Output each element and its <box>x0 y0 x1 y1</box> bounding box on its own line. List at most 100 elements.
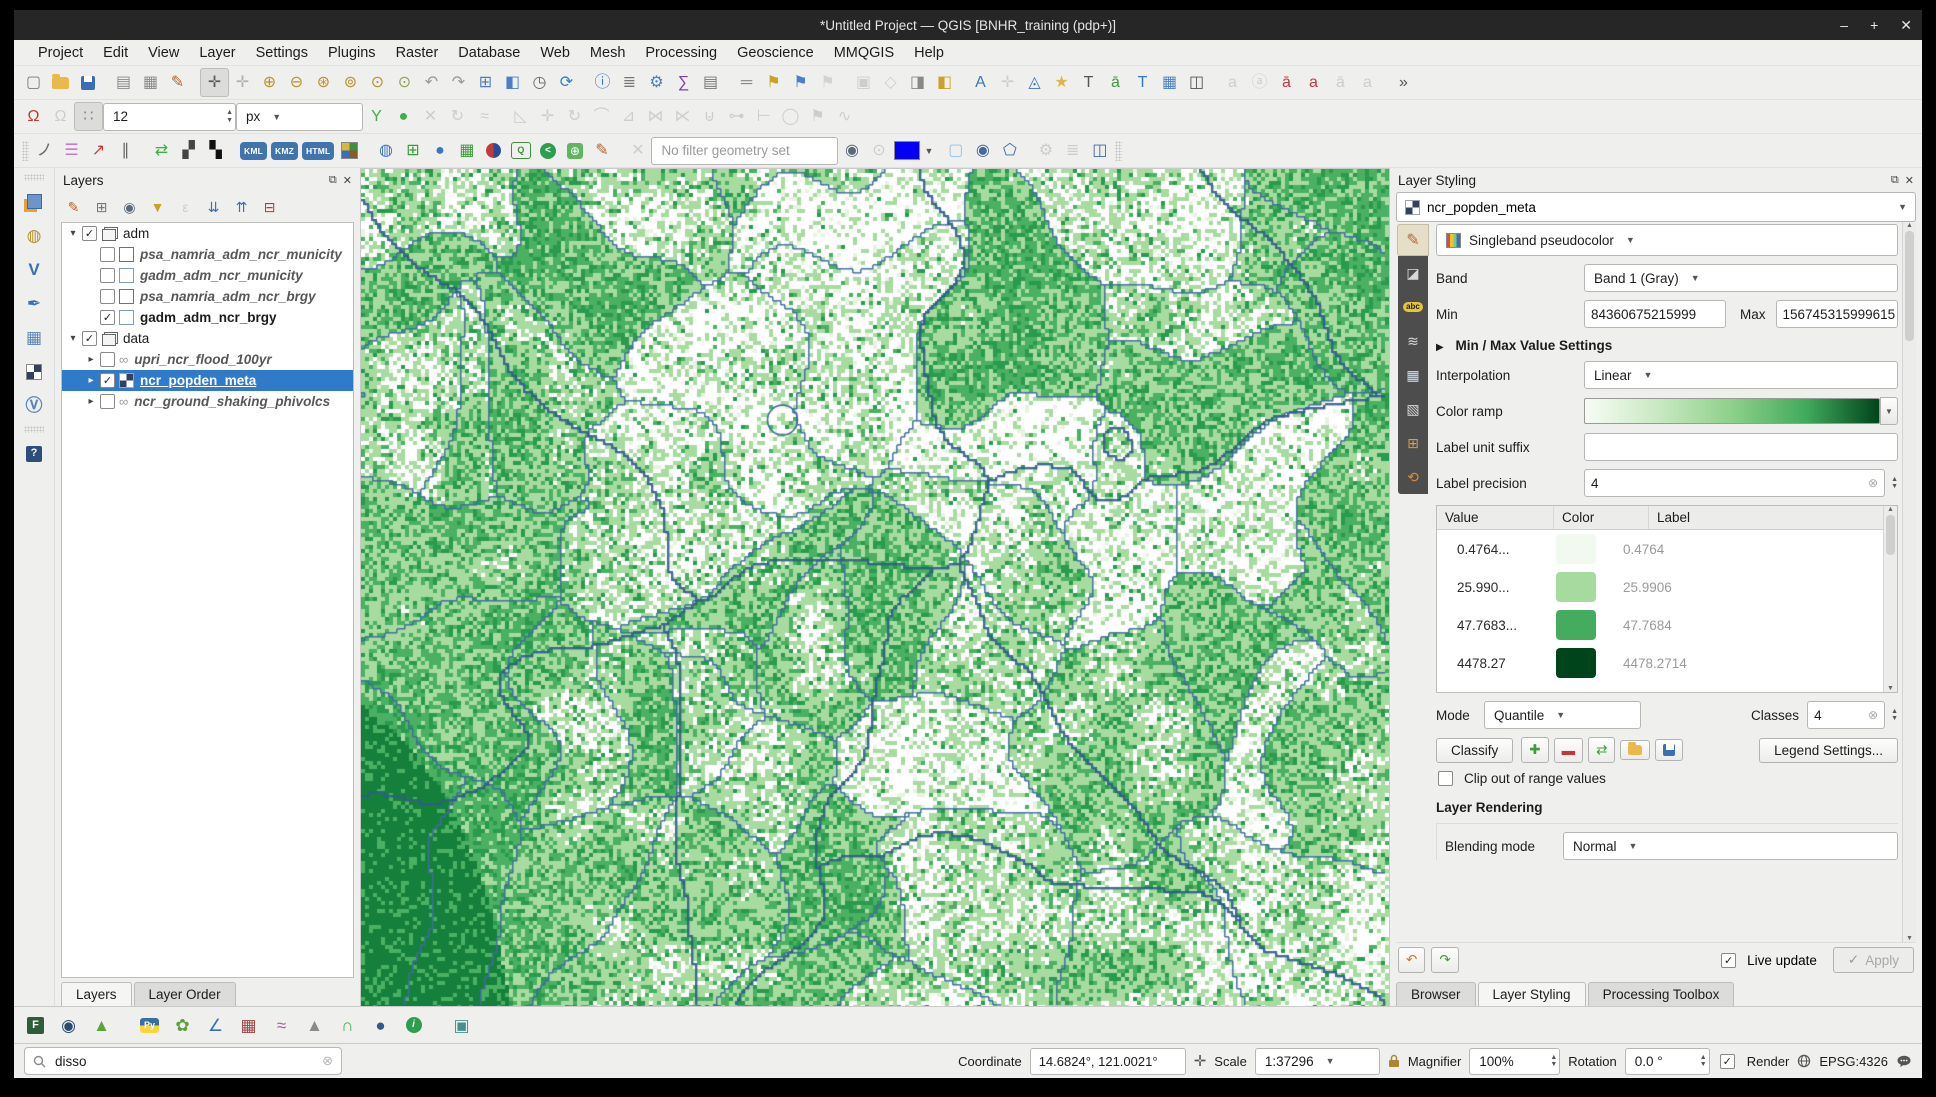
open-styling-panel-button[interactable]: ✎ <box>61 195 86 220</box>
kml-export-button[interactable]: KML <box>240 142 267 160</box>
temporal-controller-button[interactable]: ◷ <box>526 69 553 96</box>
undo-button[interactable]: ↶ <box>1398 947 1425 973</box>
qgis-hub-button[interactable]: Q <box>507 137 534 164</box>
menu-geoscience[interactable]: Geoscience <box>727 43 824 63</box>
pin-labels-button[interactable]: ā <box>1273 69 1300 96</box>
layer-visibility-checkbox[interactable] <box>100 394 115 409</box>
layer-visibility-checkbox[interactable]: ✓ <box>82 331 97 346</box>
raster-attribute-table-button[interactable]: ▦ <box>235 1012 262 1039</box>
collapse-all-button[interactable]: ⇈ <box>229 195 254 220</box>
plot-chart-button[interactable]: ≈ <box>268 1012 295 1039</box>
float-panel-icon[interactable]: ⧉ <box>329 174 337 187</box>
panel-layout-button[interactable]: ◫ <box>1086 137 1113 164</box>
blending-mode-select[interactable]: Normal ▼ <box>1563 832 1898 860</box>
sum-features-button[interactable]: ∑ <box>670 69 697 96</box>
layer-tree-row[interactable]: psa_namria_adm_ncr_municity <box>62 244 353 265</box>
attribute-list-button[interactable]: ▤ <box>697 69 724 96</box>
expander-icon[interactable]: ▸ <box>84 396 98 407</box>
zoom-out-button[interactable]: ⊖ <box>283 69 310 96</box>
spin-arrows[interactable]: ▲▼ <box>1891 476 1898 491</box>
digitizing-blob-button[interactable]: ● <box>390 103 417 130</box>
styling-layer-selector[interactable]: ncr_popden_meta ▼ <box>1396 192 1916 222</box>
menu-database[interactable]: Database <box>448 43 530 63</box>
classification-row[interactable]: 0.4764...0.4764 <box>1437 530 1897 568</box>
labels-abc-tab[interactable]: abc <box>1401 296 1425 318</box>
add-mesh-layer-button[interactable]: ▦ <box>21 324 48 351</box>
remove-layer-button[interactable]: ⊟ <box>257 195 282 220</box>
line-colored-button[interactable]: ☰ <box>58 137 85 164</box>
load-color-map-button[interactable] <box>1620 740 1650 760</box>
legend-settings-button[interactable]: Legend Settings... <box>1759 738 1898 763</box>
freehand-raster-button[interactable]: F <box>22 1012 49 1039</box>
clear-search-icon[interactable]: ⊗ <box>322 1053 333 1069</box>
save-color-map-button[interactable] <box>1655 739 1683 761</box>
layer-visibility-checkbox[interactable] <box>100 289 115 304</box>
pan-to-selection-button[interactable]: ✛ <box>229 69 256 96</box>
osm-search-button[interactable]: ⊕ <box>561 137 588 164</box>
new-project-button[interactable]: ▢ <box>20 69 47 96</box>
abc-annotation-button[interactable]: ā <box>1102 69 1129 96</box>
terrain-shading-button[interactable]: ∩ <box>334 1012 361 1039</box>
expander-icon[interactable]: ▸ <box>84 375 98 386</box>
layer-visibility-checkbox[interactable]: ✓ <box>82 226 97 241</box>
html-export-button[interactable]: HTML <box>302 142 334 160</box>
zoom-to-selection-button[interactable]: ⊙ <box>364 69 391 96</box>
tracing-enable-button[interactable]: Y <box>363 103 390 130</box>
table-scrollbar[interactable]: ▲▼ <box>1883 506 1897 692</box>
coordinate-input[interactable]: 14.6824°, 121.0021° <box>1030 1048 1186 1075</box>
globe-blue-button[interactable]: ● <box>426 137 453 164</box>
minmax-settings-section[interactable]: ▶ Min / Max Value Settings <box>1436 338 1898 353</box>
new-map-view-button[interactable]: ⊞ <box>472 69 499 96</box>
tab-browser[interactable]: Browser <box>1396 982 1476 1006</box>
reverse-ramp-button[interactable]: ⇄ <box>1588 737 1615 763</box>
render-checkbox[interactable]: ✓ <box>1720 1054 1735 1069</box>
interpolation-select[interactable]: Linear ▼ <box>1584 361 1898 389</box>
filter-legend-button[interactable]: ▼ <box>145 195 170 220</box>
share-green-button[interactable]: < <box>534 137 561 164</box>
new-print-layout-button[interactable]: ▤ <box>110 69 137 96</box>
style-manager-button[interactable]: ✎ <box>164 69 191 96</box>
class-color-swatch[interactable] <box>1556 648 1596 678</box>
processing-toolbox-button[interactable]: ⚙ <box>643 69 670 96</box>
zoom-last-button[interactable]: ↶ <box>418 69 445 96</box>
color-ramp-preview[interactable] <box>1584 398 1880 424</box>
menu-settings[interactable]: Settings <box>246 43 318 63</box>
globe-refresh-button[interactable]: ◍ <box>372 137 399 164</box>
label-precision-input[interactable]: 4 ⊗ <box>1584 469 1885 497</box>
grid-colored-button[interactable] <box>336 137 363 164</box>
zoom-full-button[interactable]: ⊛ <box>310 69 337 96</box>
eye-preview-button[interactable]: ◉ <box>838 137 865 164</box>
color-swatch-button[interactable]: ▼ <box>892 141 933 160</box>
menu-raster[interactable]: Raster <box>386 43 449 63</box>
star-annotation-button[interactable]: ★ <box>1048 69 1075 96</box>
menu-mesh[interactable]: Mesh <box>580 43 635 63</box>
menu-web[interactable]: Web <box>530 43 580 63</box>
red-labels-button[interactable]: a <box>1300 69 1327 96</box>
expander-icon[interactable]: ▸ <box>84 354 98 365</box>
render-type-select[interactable]: Singleband pseudocolor ▼ <box>1436 224 1898 256</box>
spin-arrows[interactable]: ▲▼ <box>1891 708 1898 723</box>
apply-button[interactable]: ✓ Apply <box>1833 947 1914 973</box>
tab-layers[interactable]: Layers <box>61 982 132 1006</box>
px-combo[interactable]: px▼ <box>236 103 363 131</box>
new-3d-map-view-button[interactable]: ◧ <box>499 69 526 96</box>
history-tab[interactable]: ⟲ <box>1401 466 1425 488</box>
scale-combo[interactable]: 1:37296▼ <box>1255 1048 1380 1075</box>
clear-field-icon[interactable]: ⊗ <box>1868 708 1878 722</box>
add-circles-button[interactable]: ◉ <box>969 137 996 164</box>
layout-manager-button[interactable]: ▦ <box>137 69 164 96</box>
layer-rendering-section[interactable]: Layer Rendering <box>1436 800 1898 815</box>
line-arrow-button[interactable]: ↗ <box>85 137 112 164</box>
gdal-tools-button[interactable]: ▲ <box>88 1012 115 1039</box>
map-add-button[interactable]: ⊞ <box>399 137 426 164</box>
add-vector-layer-button[interactable]: V <box>21 256 48 283</box>
symbology-tab[interactable]: ✎ <box>1397 224 1429 256</box>
attributes-table-tab[interactable]: ▦ <box>1401 364 1425 386</box>
otb-mountain-button[interactable]: ▲ <box>301 1012 328 1039</box>
maximize-button[interactable]: + <box>1870 17 1878 34</box>
style-dock-toggle-button[interactable]: ◫ <box>1183 69 1210 96</box>
datasource-catalog-button[interactable]: ◍ <box>21 222 48 249</box>
image-annotation-button[interactable]: ▦ <box>1156 69 1183 96</box>
title-annotation-button[interactable]: T <box>1129 69 1156 96</box>
expander-icon[interactable]: ▾ <box>66 333 80 344</box>
